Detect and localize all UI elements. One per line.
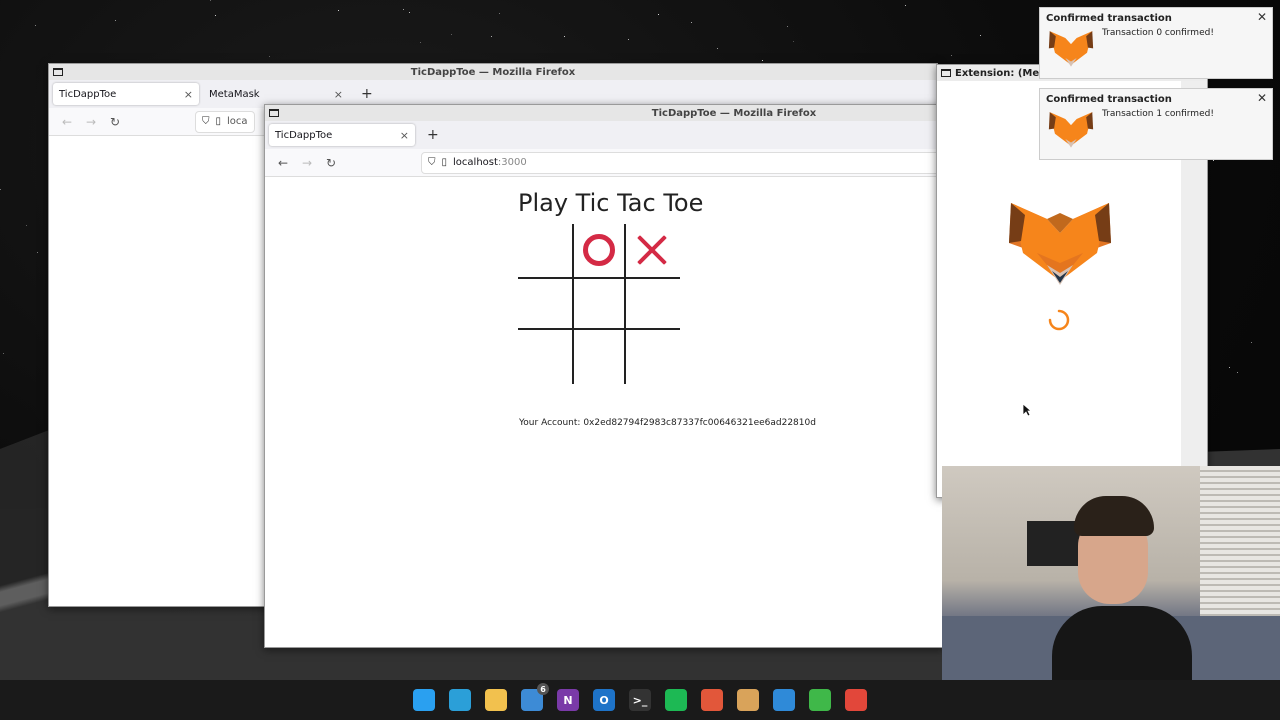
account-address: 0x2ed82794f2983c87337fc00646321ee6ad2281… [583,418,816,428]
notification-message: Transaction 1 confirmed! [1102,109,1214,119]
back-window-titlebar[interactable]: TicDappToe — Mozilla Firefox [49,64,937,80]
metamask-fox-icon [1009,203,1111,285]
front-window-tabbar: TicDappToe × + [265,121,943,149]
o-mark-icon [583,234,615,266]
mouse-cursor-icon [1022,403,1032,417]
todo-icon[interactable]: 6 [521,683,549,711]
game-title: Play Tic Tac Toe [518,189,704,217]
app-red-icon[interactable] [845,689,867,711]
icon-letter: N [563,693,573,707]
onenote-icon[interactable]: N [557,689,579,711]
page-icon: ▯ [441,157,448,168]
windows-start-icon[interactable] [413,689,435,711]
front-url-bar[interactable]: ⛉ ▯ localhost:3000 [421,151,941,174]
firefox-icon[interactable] [701,689,723,711]
file-explorer-icon[interactable] [485,689,507,711]
board-cell[interactable] [573,278,625,330]
tab-label: MetaMask [209,88,260,100]
notification-transaction-1[interactable]: Confirmed transaction ✕ Transaction 1 co… [1039,88,1273,160]
icon-letter: O [599,693,609,707]
url-host: localhost [453,157,498,168]
board-cell[interactable] [626,278,678,330]
notification-badge: 6 [537,683,549,695]
new-tab-button[interactable]: + [419,127,447,143]
close-icon[interactable]: ✕ [1257,91,1267,105]
back-tab-ticdapptoe[interactable]: TicDappToe × [53,83,199,105]
tic-tac-toe-board [518,224,680,384]
board-cell[interactable] [573,224,625,276]
front-window-titlebar[interactable]: TicDappToe — Mozilla Firefox [265,105,943,121]
reload-icon[interactable]: ↻ [319,156,343,170]
reload-icon[interactable]: ↻ [103,115,127,129]
board-cell[interactable] [518,330,570,382]
front-window-title: TicDappToe — Mozilla Firefox [651,107,817,119]
front-tab-ticdapptoe[interactable]: TicDappToe × [269,124,415,146]
back-arrow-icon[interactable]: ← [271,156,295,170]
notification-message: Transaction 0 confirmed! [1102,28,1214,38]
board-cell[interactable] [573,330,625,382]
notification-title: Confirmed transaction [1046,13,1172,24]
metamask-fox-icon [1048,31,1094,67]
vscode-icon[interactable] [773,689,795,711]
shield-icon: ⛉ [428,157,436,168]
spotify-icon[interactable] [665,689,687,711]
forward-arrow-icon[interactable]: → [295,156,319,170]
close-tab-icon[interactable]: × [334,88,343,101]
taskbar: 6 N O >_ [0,680,1280,720]
back-tab-metamask[interactable]: MetaMask × [203,83,349,105]
icon-letter: >_ [632,693,648,707]
close-tab-icon[interactable]: × [184,88,193,101]
board-cell[interactable] [518,224,570,276]
back-arrow-icon[interactable]: ← [55,115,79,129]
new-tab-button[interactable]: + [353,86,381,102]
app-green-icon[interactable] [809,689,831,711]
back-window-title: TicDappToe — Mozilla Firefox [410,66,576,78]
tab-label: TicDappToe [59,88,117,100]
account-label: Your Account: [519,418,581,428]
loading-spinner-icon [1048,309,1070,331]
window-menu-icon[interactable] [941,69,951,77]
close-icon[interactable]: ✕ [1257,10,1267,24]
board-cell[interactable] [626,330,678,382]
account-info: Your Account: 0x2ed82794f2983c87337fc006… [519,418,816,428]
extension-title: Extension: (Meta [955,67,1051,79]
back-url-bar[interactable]: ⛉ ▯ loca [195,110,255,133]
page-icon: ▯ [215,116,222,127]
board-cell[interactable] [518,278,570,330]
metamask-fox-icon [1048,112,1094,148]
back-url-text: loca [227,116,248,127]
board-cell[interactable] [626,224,678,276]
x-mark-icon [636,234,668,266]
terminal-icon[interactable]: >_ [629,689,651,711]
forward-arrow-icon[interactable]: → [79,115,103,129]
tab-label: TicDappToe [275,129,333,141]
package-icon[interactable] [737,689,759,711]
shield-icon: ⛉ [202,116,210,127]
close-tab-icon[interactable]: × [400,129,409,142]
front-window-navbar: ← → ↻ ⛉ ▯ localhost:3000 [265,149,943,177]
edge-icon[interactable] [449,689,471,711]
url-port: :3000 [497,157,527,168]
outlook-icon[interactable]: O [593,689,615,711]
notification-title: Confirmed transaction [1046,94,1172,105]
notification-transaction-0[interactable]: Confirmed transaction ✕ Transaction 0 co… [1039,7,1273,79]
